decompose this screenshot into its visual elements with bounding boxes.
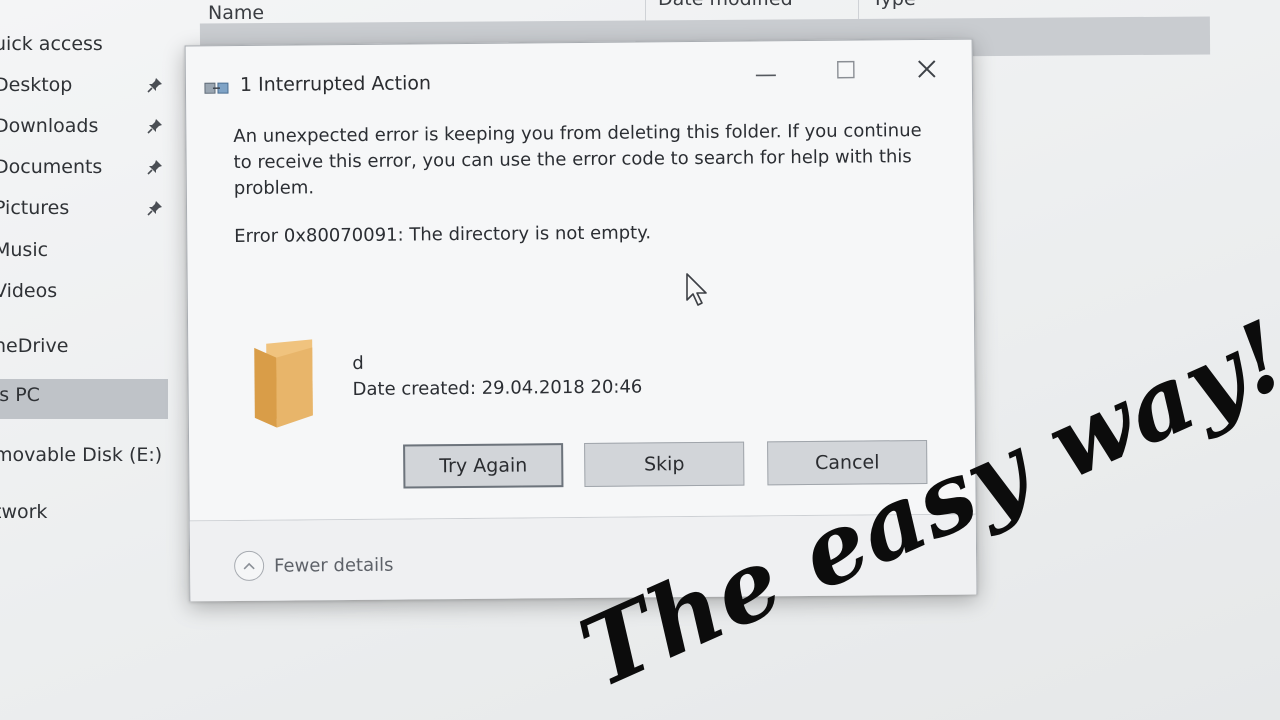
column-header-date-modified[interactable]: Date modified bbox=[658, 0, 793, 10]
nav-item-label: Music bbox=[0, 239, 49, 261]
close-icon bbox=[918, 60, 936, 78]
dialog-titlebar[interactable]: 1 Interrupted Action bbox=[186, 40, 972, 107]
fewer-details-label: Fewer details bbox=[274, 554, 394, 577]
close-button[interactable] bbox=[910, 54, 944, 84]
minimize-button[interactable] bbox=[749, 55, 783, 85]
maximize-icon bbox=[837, 60, 855, 79]
pin-icon[interactable] bbox=[147, 77, 163, 93]
nav-item-removable-disk[interactable]: movable Disk (E:) bbox=[0, 439, 168, 479]
try-again-button[interactable]: Try Again bbox=[403, 443, 564, 489]
nav-item-pictures[interactable]: Pictures bbox=[0, 192, 168, 232]
nav-item-label: movable Disk (E:) bbox=[0, 444, 163, 466]
dialog-title: 1 Interrupted Action bbox=[239, 72, 432, 96]
item-date-created: Date created: 29.04.2018 20:46 bbox=[352, 376, 643, 400]
column-header-name[interactable]: Name bbox=[208, 2, 264, 24]
nav-item-label: Pictures bbox=[0, 197, 70, 219]
error-message: An unexpected error is keeping you from … bbox=[233, 120, 922, 200]
nav-item-label: Videos bbox=[0, 280, 58, 302]
nav-item-quick-access[interactable]: uick access bbox=[0, 28, 168, 68]
error-code: Error 0x80070091: The directory is not e… bbox=[234, 222, 652, 248]
nav-item-documents[interactable]: Documents bbox=[0, 151, 168, 191]
item-name: d bbox=[352, 352, 364, 374]
nav-item-label: Desktop bbox=[0, 74, 73, 96]
nav-item-label: uick access bbox=[0, 33, 103, 55]
nav-item-label: is PC bbox=[0, 384, 40, 406]
nav-item-this-pc[interactable]: is PC bbox=[0, 379, 168, 419]
maximize-button[interactable] bbox=[829, 55, 863, 85]
column-header-type[interactable]: Type bbox=[872, 0, 916, 10]
folder-icon bbox=[254, 339, 313, 428]
nav-item-network[interactable]: twork bbox=[0, 496, 168, 536]
nav-item-videos[interactable]: Videos bbox=[0, 275, 168, 315]
nav-item-label: twork bbox=[0, 501, 48, 523]
mouse-pointer-icon bbox=[686, 273, 707, 306]
nav-item-downloads[interactable]: Downloads bbox=[0, 110, 168, 150]
nav-item-label: neDrive bbox=[0, 335, 69, 357]
dialog-body: An unexpected error is keeping you from … bbox=[233, 118, 944, 247]
minimize-icon bbox=[755, 74, 776, 77]
file-operation-icon bbox=[204, 82, 229, 94]
skip-button[interactable]: Skip bbox=[584, 441, 745, 487]
chevron-up-icon bbox=[234, 550, 265, 582]
nav-item-onedrive[interactable]: neDrive bbox=[0, 330, 168, 370]
nav-item-label: Documents bbox=[0, 156, 103, 178]
pin-icon[interactable] bbox=[147, 159, 163, 175]
fewer-details-toggle[interactable]: Fewer details bbox=[234, 550, 394, 582]
nav-item-label: Downloads bbox=[0, 115, 99, 137]
nav-item-music[interactable]: Music bbox=[0, 234, 168, 274]
pin-icon[interactable] bbox=[147, 118, 163, 134]
navigation-pane: uick access Desktop Downloads Documents … bbox=[0, 28, 170, 548]
nav-item-desktop[interactable]: Desktop bbox=[0, 69, 168, 109]
pin-icon[interactable] bbox=[147, 200, 163, 216]
